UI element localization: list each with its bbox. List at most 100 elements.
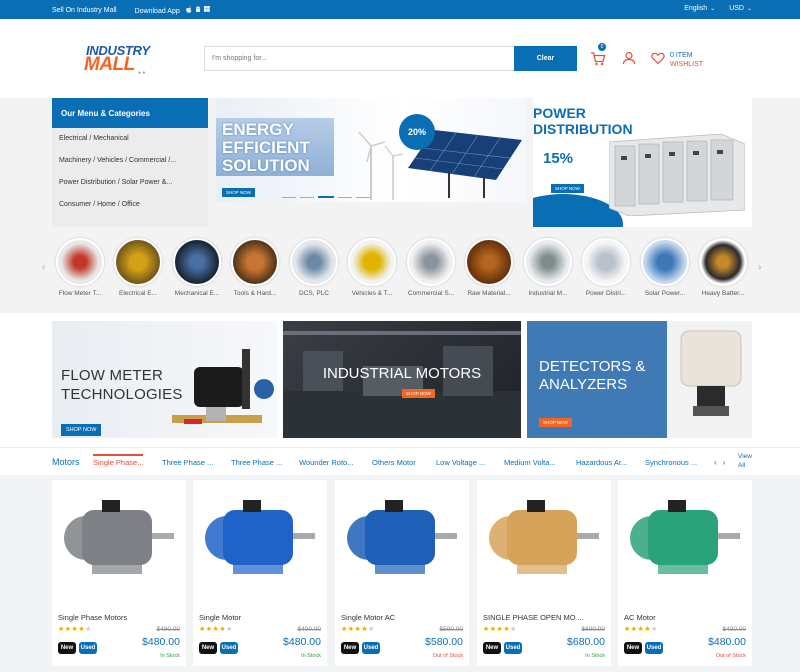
language-select[interactable]: English ⌄ xyxy=(684,5,715,12)
menu-item-electrical[interactable]: Electrical / Mechanical xyxy=(52,128,208,150)
category-item[interactable]: Raw Material... xyxy=(461,238,517,297)
new-tag[interactable]: New xyxy=(624,642,642,654)
tab-three-phase[interactable]: Three Phase ... xyxy=(162,458,213,467)
category-label: Heavy Batter... xyxy=(701,290,745,297)
product-card[interactable]: Single Phase Motors ★★★★★ $490.00 $480.00 Ne… xyxy=(52,480,186,666)
tab-hazardous[interactable]: Hazardous Ar... xyxy=(576,458,627,467)
menu-item-consumer[interactable]: Consumer / Home / Office xyxy=(52,194,208,216)
product-old-price: $490.00 xyxy=(722,626,747,633)
product-card[interactable]: Single Motor ★★★★★ $490.00 $480.00 New Used In… xyxy=(193,480,327,666)
view-all-link[interactable]: View All xyxy=(738,452,752,470)
product-old-price: $690.00 xyxy=(581,626,606,633)
category-image xyxy=(524,238,572,286)
logo[interactable]: INDUSTRY MALL ● ● xyxy=(82,43,154,77)
category-item[interactable]: Commercial S... xyxy=(403,238,459,297)
power-shop-now-button[interactable]: SHOP NOW xyxy=(551,184,584,193)
tab-single-phase[interactable]: Single Phase... xyxy=(93,454,144,467)
apple-icon[interactable] xyxy=(185,6,192,13)
power-distribution-banner[interactable]: POWER DISTRIBUTION 15% SHOP NOW xyxy=(533,98,752,227)
detectors-title: DETECTORS & ANALYZERS xyxy=(539,358,645,394)
category-image xyxy=(582,238,630,286)
product-old-price: $490.00 xyxy=(297,626,322,633)
category-item[interactable]: Heavy Batter... xyxy=(695,238,751,297)
product-card[interactable]: Single Motor AC ★★★★★ $590.00 $580.00 New Use… xyxy=(335,480,469,666)
used-tag[interactable]: Used xyxy=(504,642,522,654)
product-rating: ★★★★★ xyxy=(199,625,233,633)
category-item[interactable]: Mechanical E... xyxy=(169,238,225,297)
category-label: DCS, PLC xyxy=(299,290,329,297)
category-label: Electrical E... xyxy=(119,290,157,297)
tab-low-voltage[interactable]: Low Voltage ... xyxy=(436,458,485,467)
tab-others-motor[interactable]: Others Motor xyxy=(372,458,416,467)
flow-meter-title: FLOW METER TECHNOLOGIES xyxy=(61,366,183,404)
product-image[interactable] xyxy=(477,480,611,605)
industrial-motors-shop-now-button[interactable]: SHOP NOW xyxy=(402,389,435,398)
tab-synchronous[interactable]: Synchronous ... xyxy=(645,458,697,467)
category-item[interactable]: Solar Power... xyxy=(637,238,693,297)
product-name[interactable]: SINGLE PHASE OPEN MO ... xyxy=(483,613,584,622)
detectors-promo[interactable]: DETECTORS & ANALYZERS SHOP NOW xyxy=(527,321,752,438)
tab-medium-voltage[interactable]: Medium Volta... xyxy=(504,458,556,467)
power-banner-title: POWER DISTRIBUTION xyxy=(533,105,633,137)
search-input[interactable]: I'm shopping for... xyxy=(204,46,514,71)
energy-shop-now-button[interactable]: SHOP NOW xyxy=(222,188,255,197)
discount-badge: 20% xyxy=(399,114,435,150)
category-next-arrow[interactable]: › xyxy=(758,262,761,273)
product-card[interactable]: AC Motor ★★★★★ $490.00 $480.00 New Used Out of… xyxy=(618,480,752,666)
product-image[interactable] xyxy=(52,480,186,605)
category-item[interactable]: Flow Meter T... xyxy=(52,238,108,297)
used-tag[interactable]: Used xyxy=(79,642,97,654)
carousel-dots[interactable] xyxy=(282,196,372,199)
category-item[interactable]: Electrical E... xyxy=(110,238,166,297)
industrial-motors-promo[interactable]: INDUSTRIAL MOTORS SHOP NOW xyxy=(283,321,521,438)
search-clear-button[interactable]: Clear xyxy=(514,46,577,71)
used-tag[interactable]: Used xyxy=(362,642,380,654)
product-name[interactable]: Single Motor xyxy=(199,613,241,622)
download-app-link[interactable]: Download App xyxy=(135,6,210,15)
category-item[interactable]: Vehicles & T... xyxy=(344,238,400,297)
cart-icon[interactable] xyxy=(590,51,606,67)
product-name[interactable]: AC Motor xyxy=(624,613,656,622)
flow-meter-shop-now-button[interactable]: SHOP NOW xyxy=(61,424,102,436)
tab-nav-arrows[interactable]: ‹› xyxy=(714,458,731,467)
header: INDUSTRY MALL ● ● I'm shopping for... Cl… xyxy=(0,19,800,98)
menu-item-machinery[interactable]: Machinery / Vehicles / Commercial /... xyxy=(52,150,208,172)
used-tag[interactable]: Used xyxy=(645,642,663,654)
android-icon[interactable] xyxy=(195,6,201,13)
product-name[interactable]: Single Phase Motors xyxy=(58,613,127,622)
category-prev-arrow[interactable]: ‹ xyxy=(42,262,45,273)
new-tag[interactable]: New xyxy=(58,642,76,654)
star-icon: ★★★★ xyxy=(483,626,511,633)
category-item[interactable]: Industrial M... xyxy=(520,238,576,297)
tab-wounder-rotor[interactable]: Wounder Roto... xyxy=(299,458,353,467)
detectors-title-line: ANALYZERS xyxy=(539,376,628,393)
product-image[interactable] xyxy=(335,480,469,605)
energy-title-line: ENERGY xyxy=(222,120,294,139)
currency-select[interactable]: USD ⌄ xyxy=(729,5,752,12)
product-image[interactable] xyxy=(618,480,752,605)
category-item[interactable]: DCS, PLC xyxy=(286,238,342,297)
top-bar: Sell On Industry Mall Download App Engli… xyxy=(0,0,800,19)
new-tag[interactable]: New xyxy=(199,642,217,654)
menu-item-power[interactable]: Power Distribution / Solar Power &... xyxy=(52,172,208,194)
sell-link[interactable]: Sell On Industry Mall xyxy=(52,7,117,14)
flow-meter-promo[interactable]: FLOW METER TECHNOLOGIES SHOP NOW xyxy=(52,321,277,438)
product-price: $680.00 xyxy=(567,636,605,648)
user-icon[interactable] xyxy=(622,51,636,65)
product-name[interactable]: Single Motor AC xyxy=(341,613,395,622)
heart-icon[interactable] xyxy=(651,51,665,65)
product-image[interactable] xyxy=(193,480,327,605)
used-tag[interactable]: Used xyxy=(220,642,238,654)
wishlist-link[interactable]: 0 ITEM WISHLIST xyxy=(670,51,703,69)
product-card[interactable]: SINGLE PHASE OPEN MO ... ★★★★★ $690.00 $680… xyxy=(477,480,611,666)
detectors-shop-now-button[interactable]: SHOP NOW xyxy=(539,418,572,427)
logo-bottom-text: MALL xyxy=(84,54,135,75)
new-tag[interactable]: New xyxy=(483,642,501,654)
category-image xyxy=(641,238,689,286)
energy-banner[interactable]: ENERGY EFFICIENT SOLUTION 20% SHOP NOW xyxy=(216,98,525,202)
new-tag[interactable]: New xyxy=(341,642,359,654)
category-item[interactable]: Tools & Hard... xyxy=(227,238,283,297)
windows-icon[interactable] xyxy=(203,6,210,12)
category-item[interactable]: Power Distri... xyxy=(578,238,634,297)
tab-three-phase[interactable]: Three Phase ... xyxy=(231,458,282,467)
